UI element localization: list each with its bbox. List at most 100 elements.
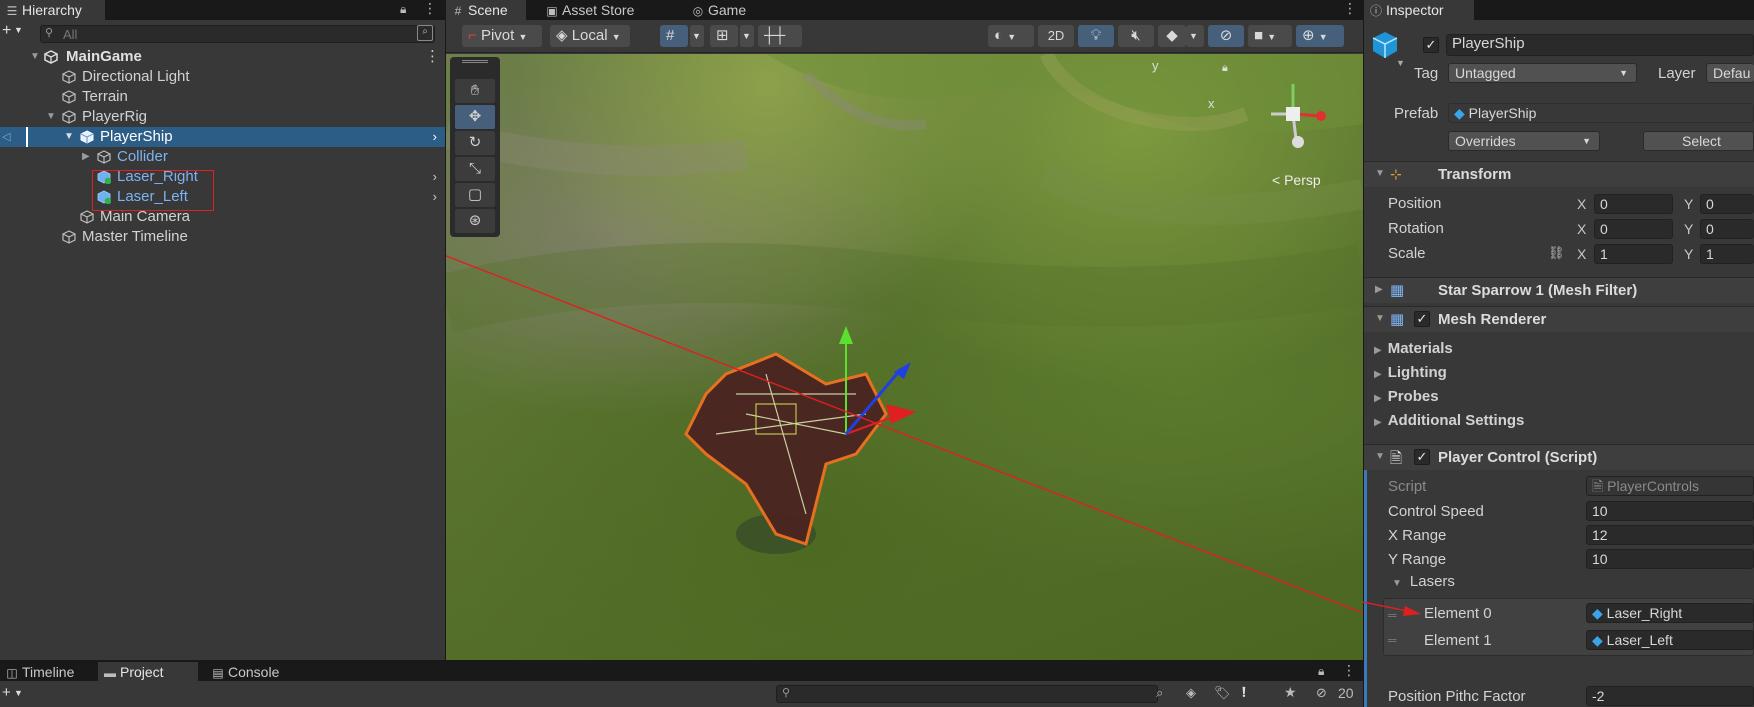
hierarchy-item-collider[interactable]: ▶ Collider xyxy=(0,147,445,167)
hand-tool-button[interactable]: ✋︎ xyxy=(455,79,495,103)
tab-project[interactable]: ▬ Project xyxy=(98,662,198,682)
expand-arrow-icon[interactable]: ▶ xyxy=(82,147,90,167)
drag-handle[interactable] xyxy=(462,60,488,63)
project-search-input[interactable]: ⚲ xyxy=(776,685,1158,703)
hierarchy-item-master-timeline[interactable]: Master Timeline xyxy=(0,227,445,247)
hidden-packages-icon[interactable]: ⊘ xyxy=(1316,685,1327,701)
mesh-renderer-checkbox[interactable]: ✓ xyxy=(1414,311,1430,327)
tab-game[interactable]: ◎ Game xyxy=(686,0,766,20)
transform-tool-button[interactable]: ⊛ xyxy=(455,209,495,233)
grid-snap-button[interactable]: # xyxy=(660,25,688,47)
scene-viewport[interactable]: y x < Persp 🔒︎ xyxy=(446,54,1363,660)
effects-dropdown[interactable]: ▼ xyxy=(1186,25,1204,47)
tab-hierarchy[interactable]: ☰ Hierarchy xyxy=(0,0,105,20)
rect-tool-button[interactable]: ▢ xyxy=(455,183,495,207)
pitch-factor-input[interactable]: -2 xyxy=(1586,686,1754,706)
lighting-foldout[interactable]: ▶ Lighting xyxy=(1374,364,1447,381)
tab-console[interactable]: ▤ Console xyxy=(206,662,296,682)
scale-x-input[interactable]: 1 xyxy=(1594,244,1673,264)
expand-arrow-icon[interactable]: ▼ xyxy=(64,127,74,147)
visibility-icon[interactable]: ◁ xyxy=(2,127,10,147)
y-range-input[interactable]: 10 xyxy=(1586,549,1754,569)
tab-scene[interactable]: # Scene xyxy=(446,0,526,20)
ruler-button[interactable]: ┼┼ ▼ xyxy=(758,25,802,64)
filter-type-icon[interactable]: ◈ xyxy=(1186,685,1196,701)
tab-timeline[interactable]: ◫ Timeline xyxy=(0,662,90,682)
layer-dropdown[interactable]: Defau xyxy=(1706,63,1754,83)
mesh-renderer-section[interactable]: ▼ ▦ ✓ Mesh Renderer xyxy=(1364,306,1754,332)
prefab-field[interactable]: ◆ PlayerShip xyxy=(1448,103,1754,123)
lock-icon[interactable]: 🔒︎ xyxy=(1222,62,1228,75)
increment-snap-button[interactable]: ⊞ xyxy=(710,25,738,47)
tag-dropdown[interactable]: Untagged ▼ xyxy=(1448,63,1637,83)
pivot-dropdown[interactable]: ⌐ Pivot ▼ xyxy=(462,25,542,47)
hierarchy-item-laser-right[interactable]: Laser_Right › xyxy=(0,167,445,187)
chevron-right-icon[interactable]: › xyxy=(433,127,437,147)
transform-section[interactable]: ▼ ⊹ Transform xyxy=(1364,161,1754,187)
hierarchy-item-maingame[interactable]: ▼ MainGame ⋮ xyxy=(0,47,445,67)
move-tool-button[interactable]: ✥ xyxy=(455,105,495,129)
scale-tool-button[interactable]: ⤡ xyxy=(455,157,495,181)
rotate-tool-button[interactable]: ↻ xyxy=(455,131,495,155)
hierarchy-search-input[interactable]: ⚲ All ⌕ xyxy=(40,25,435,43)
chevron-right-icon[interactable]: › xyxy=(433,167,437,187)
hierarchy-item-laser-left[interactable]: Laser_Left › xyxy=(0,187,445,207)
grid-snap-dropdown[interactable]: ▼ xyxy=(690,25,704,47)
object-name-input[interactable]: PlayerShip xyxy=(1446,34,1754,56)
scale-y-input[interactable]: 1 xyxy=(1700,244,1754,264)
more-icon[interactable]: ⋮ xyxy=(423,0,437,17)
overrides-dropdown[interactable]: Overrides ▼ xyxy=(1448,131,1600,151)
hierarchy-item-directional-light[interactable]: Directional Light xyxy=(0,67,445,87)
lighting-toggle[interactable]: 💡︎ xyxy=(1078,25,1114,47)
rotation-x-input[interactable]: 0 xyxy=(1594,219,1673,239)
chevron-down-icon[interactable]: ▼ xyxy=(14,25,23,35)
draw-mode-dropdown[interactable]: ◐ ▼ xyxy=(988,25,1034,47)
element1-field[interactable]: ◆ Laser_Left xyxy=(1586,630,1754,650)
x-range-input[interactable]: 12 xyxy=(1586,525,1754,545)
star-icon[interactable]: ★ xyxy=(1284,684,1297,701)
more-icon[interactable]: ⋮ xyxy=(425,47,440,67)
player-control-checkbox[interactable]: ✓ xyxy=(1414,449,1430,465)
link-off-icon[interactable]: ⛓︎ xyxy=(1548,245,1565,261)
more-icon[interactable]: ⋮ xyxy=(1343,0,1357,17)
persp-label[interactable]: < Persp xyxy=(1272,172,1321,188)
chevron-down-icon[interactable]: ▼ xyxy=(1396,58,1405,68)
control-speed-input[interactable]: 10 xyxy=(1586,501,1754,521)
probes-foldout[interactable]: ▶ Probes xyxy=(1374,388,1439,405)
increment-snap-dropdown[interactable]: ▼ xyxy=(740,25,754,47)
select-button[interactable]: Select xyxy=(1643,131,1754,151)
lock-icon[interactable]: 🔒︎ xyxy=(400,2,406,17)
drag-handle-icon[interactable]: ═ xyxy=(1388,633,1397,647)
tab-inspector[interactable]: ⓘ Inspector xyxy=(1364,0,1474,20)
add-icon[interactable]: + xyxy=(2,684,11,701)
effects-toggle[interactable]: ◆ xyxy=(1158,25,1186,47)
audio-toggle[interactable]: 🔇︎ xyxy=(1118,25,1154,47)
lock-icon[interactable]: 🔒︎ xyxy=(1318,664,1324,679)
materials-foldout[interactable]: ▶ Materials xyxy=(1374,340,1453,357)
more-icon[interactable]: ⋮ xyxy=(1342,662,1356,679)
chevron-down-icon[interactable]: ▼ xyxy=(14,688,23,698)
chevron-right-icon[interactable]: › xyxy=(433,187,437,207)
local-dropdown[interactable]: ◈ Local ▼ xyxy=(550,25,630,47)
hierarchy-item-playership[interactable]: ◁ ▼ PlayerShip › xyxy=(0,127,445,147)
warning-icon[interactable]: ❗︎ xyxy=(1242,684,1246,701)
expand-arrow-icon[interactable]: ▼ xyxy=(46,107,56,127)
hierarchy-item-terrain[interactable]: Terrain xyxy=(0,87,445,107)
tab-asset-store[interactable]: ▣ Asset Store xyxy=(540,0,660,20)
gizmos-dropdown[interactable]: ⊕ ▼ xyxy=(1296,25,1344,47)
camera-dropdown[interactable]: ■ ▼ xyxy=(1248,25,1292,47)
position-y-input[interactable]: 0 xyxy=(1700,194,1754,214)
element0-field[interactable]: ◆ Laser_Right xyxy=(1586,603,1754,623)
position-x-input[interactable]: 0 xyxy=(1594,194,1673,214)
additional-settings-foldout[interactable]: ▶ Additional Settings xyxy=(1374,412,1524,429)
hierarchy-item-playerrig[interactable]: ▼ PlayerRig xyxy=(0,107,445,127)
search-options-icon[interactable]: ⌕ xyxy=(1156,685,1163,701)
active-checkbox[interactable]: ✓ xyxy=(1423,37,1439,53)
player-ship-model[interactable] xyxy=(684,326,916,546)
lasers-foldout[interactable]: ▼ Lasers xyxy=(1392,573,1455,590)
hidden-objects-toggle[interactable]: ⊘ xyxy=(1208,25,1244,47)
hierarchy-item-main-camera[interactable]: Main Camera xyxy=(0,207,445,227)
2d-toggle[interactable]: 2D xyxy=(1038,25,1074,47)
mesh-filter-section[interactable]: ▶ ▦ Star Sparrow 1 (Mesh Filter) xyxy=(1364,277,1754,303)
search-options-icon[interactable]: ⌕ xyxy=(417,25,433,41)
